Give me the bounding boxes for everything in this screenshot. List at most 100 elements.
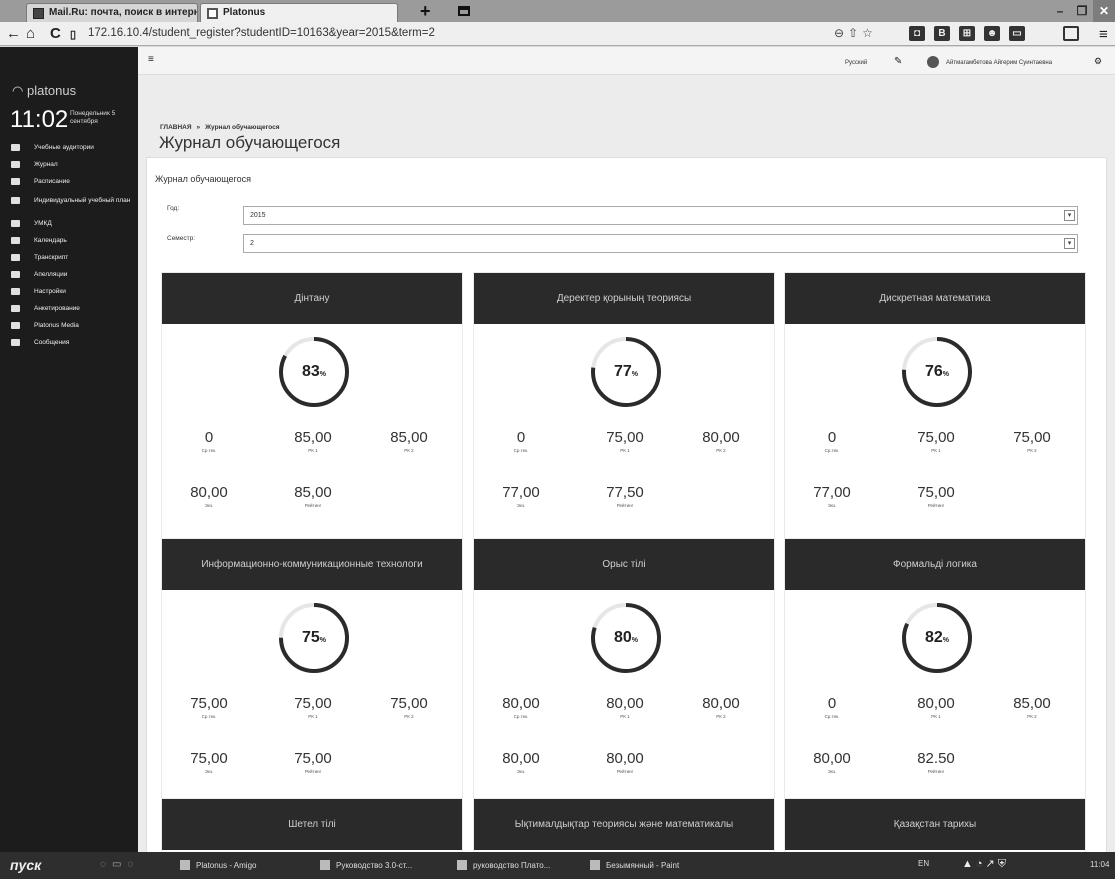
sidebar-item-transcript[interactable]: Транскрипт [0,249,138,265]
taskbar-item[interactable]: руководство Плато... [455,856,575,875]
stat-current: 80,00 Ср.тек. [502,695,540,719]
breadcrumb: ГЛАВНАЯ » Журнал обучающегося [160,124,280,131]
taskbar-item[interactable]: Безымянный - Paint [588,856,708,875]
book-icon [11,219,20,227]
stat-rating: 85,00 Рейтинг [294,484,332,508]
subject-title: Дінтану [162,273,462,324]
sidebar-item-calendar[interactable]: Календарь [0,232,138,248]
sidebar-item-settings[interactable]: Настройки [0,283,138,299]
percent-value: 77% [613,363,639,380]
subject-card[interactable]: Ықтималдықтар теориясы және математикалы [473,798,775,852]
term-select[interactable]: 2 ▾ [243,234,1078,253]
subject-card[interactable]: Шетел тілі [161,798,463,852]
back-arrow-icon[interactable]: ← [6,25,21,42]
extension-icon-1[interactable]: ◘ [909,26,925,41]
pencil-icon[interactable]: ✎ [894,56,902,67]
menu-icon[interactable]: ≡ [1099,26,1108,43]
stat-rk1: 80,00 РК 1 [606,695,644,719]
chat-icon[interactable] [1063,26,1079,41]
subject-card[interactable]: Орыс тілі 80% 80,00 Ср.тек. 80,00 РК 1 80,… [473,538,775,821]
percent-value: 76% [924,363,950,380]
breadcrumb-current: Журнал обучающегося [205,124,280,131]
sidebar-item-media[interactable]: Platonus Media [0,317,138,333]
quick-launch-icon[interactable]: ◌▭◌ [100,859,139,870]
extension-icon-4[interactable]: ☻ [984,26,1000,41]
stat-rk2: 75,00 РК 2 [390,695,428,719]
page-info-icon[interactable]: ▯ [70,28,76,41]
maximize-button[interactable]: ❐ [1071,0,1093,22]
document-icon [457,860,467,870]
extension-icon-3[interactable]: ⊞ [959,26,975,41]
reload-icon[interactable]: C [50,25,61,42]
language-select[interactable]: Русский [845,60,867,66]
stat-rk1: 75,00 РК 1 [917,429,955,453]
stat-rk1: 75,00 РК 1 [294,695,332,719]
sidebar-item-schedule[interactable]: Расписание [0,173,138,189]
subject-card[interactable]: Дискретная математика 76% 0 Ср.тек. 75,00… [784,272,1086,555]
sidebar-item-umkd[interactable]: УМКД [0,215,138,231]
stat-rk1: 80,00 РК 1 [917,695,955,719]
subject-title: Қазақстан тарихы [785,799,1085,850]
subject-card[interactable]: Информационно-коммуникационные технологи… [161,538,463,821]
hamburger-icon[interactable]: ≡ [148,54,154,65]
sidebar-item-individual-plan[interactable]: Индивидуальный учебный план [0,190,138,211]
logo[interactable]: ◠ platonus [12,83,76,99]
taskbar-item[interactable]: Platonus - Amigo [178,856,288,875]
language-indicator[interactable]: EN [918,859,929,868]
subject-card[interactable]: Қазақстан тарихы [784,798,1086,852]
subject-card[interactable]: Дінтану 83% 0 Ср.тек. 85,00 РК 1 85,00 РК 2… [161,272,463,555]
address-actions-icon[interactable]: ⊖⇧☆ [834,26,877,40]
start-button[interactable]: пуск [10,857,41,873]
tab-list-icon[interactable] [458,6,470,16]
platonus-logo-icon: ◠ [12,83,27,98]
subject-card[interactable]: Деректер қорының теориясы 77% 0 Ср.тек. 7… [473,272,775,555]
stat-rating: 75,00 Рейтинг [294,750,332,774]
stat-exam: 80,00 Экз. [813,750,851,774]
browser-tab-platonus[interactable]: Platonus [200,3,398,22]
sidebar-item-survey[interactable]: Анкетирование [0,300,138,316]
close-button[interactable]: ✕ [1093,0,1115,22]
avatar[interactable] [927,56,939,68]
address-bar: ← ⌂ C ▯ 172.16.10.4/student_register?stu… [0,22,1115,46]
term-label: Семестр: [167,235,196,242]
breadcrumb-home[interactable]: ГЛАВНАЯ [160,124,192,131]
sidebar-item-messages[interactable]: Сообщения [0,334,138,350]
schedule-icon [11,177,20,185]
system-tray-icon[interactable]: ▲◔↗⛨ [962,857,1009,871]
users-icon [11,143,20,151]
extension-icon-2[interactable]: B [934,26,950,41]
stat-rating: 75,00 Рейтинг [917,484,955,508]
transcript-icon [11,253,20,261]
sidebar-item-journal[interactable]: Журнал [0,156,138,172]
main-content: ≡ Русский ✎ Айтмагамбетова Айгерим Суинт… [138,47,1115,852]
sidebar-item-classrooms[interactable]: Учебные аудитории [0,139,138,155]
taskbar-item[interactable]: Руководство 3.0-ст... [318,856,438,875]
stat-exam: 75,00 Экз. [190,750,228,774]
user-name[interactable]: Айтмагамбетова Айгерим Суинтаевна [946,60,1052,66]
browser-tab-mailru[interactable]: Mail.Ru: почта, поиск в интерн [26,3,198,22]
paint-icon [590,860,600,870]
stat-rk2: 80,00 РК 2 [702,429,740,453]
chevron-down-icon: ▾ [1064,210,1075,221]
taskbar: пуск ◌▭◌ Platonus - Amigo Руководство 3.… [0,852,1115,879]
stat-rk2: 80,00 РК 2 [702,695,740,719]
stat-exam: 80,00 Экз. [502,750,540,774]
new-tab-button[interactable]: + [420,1,431,22]
url-field[interactable]: 172.16.10.4/student_register?studentID=1… [88,27,435,39]
minimize-button[interactable]: – [1049,0,1071,22]
subject-title: Шетел тілі [162,799,462,850]
journal-icon [11,160,20,168]
subject-card[interactable]: Формальді логика 82% 0 Ср.тек. 80,00 РК 1 … [784,538,1086,821]
media-icon [11,321,20,329]
sidebar-item-appeals[interactable]: Апелляции [0,266,138,282]
gear-icon[interactable]: ⚙ [1094,56,1102,67]
word-icon [320,860,330,870]
extension-icon-5[interactable]: ▭ [1009,26,1025,41]
clock: 11:02 [10,106,69,133]
stat-current: 0 Ср.тек. [201,429,217,453]
stat-rating: 80,00 Рейтинг [606,750,644,774]
home-icon[interactable]: ⌂ [26,25,35,42]
year-select[interactable]: 2015 ▾ [243,206,1078,225]
subject-title: Информационно-коммуникационные технологи [162,539,462,590]
stat-current: 0 Ср.тек. [513,429,529,453]
